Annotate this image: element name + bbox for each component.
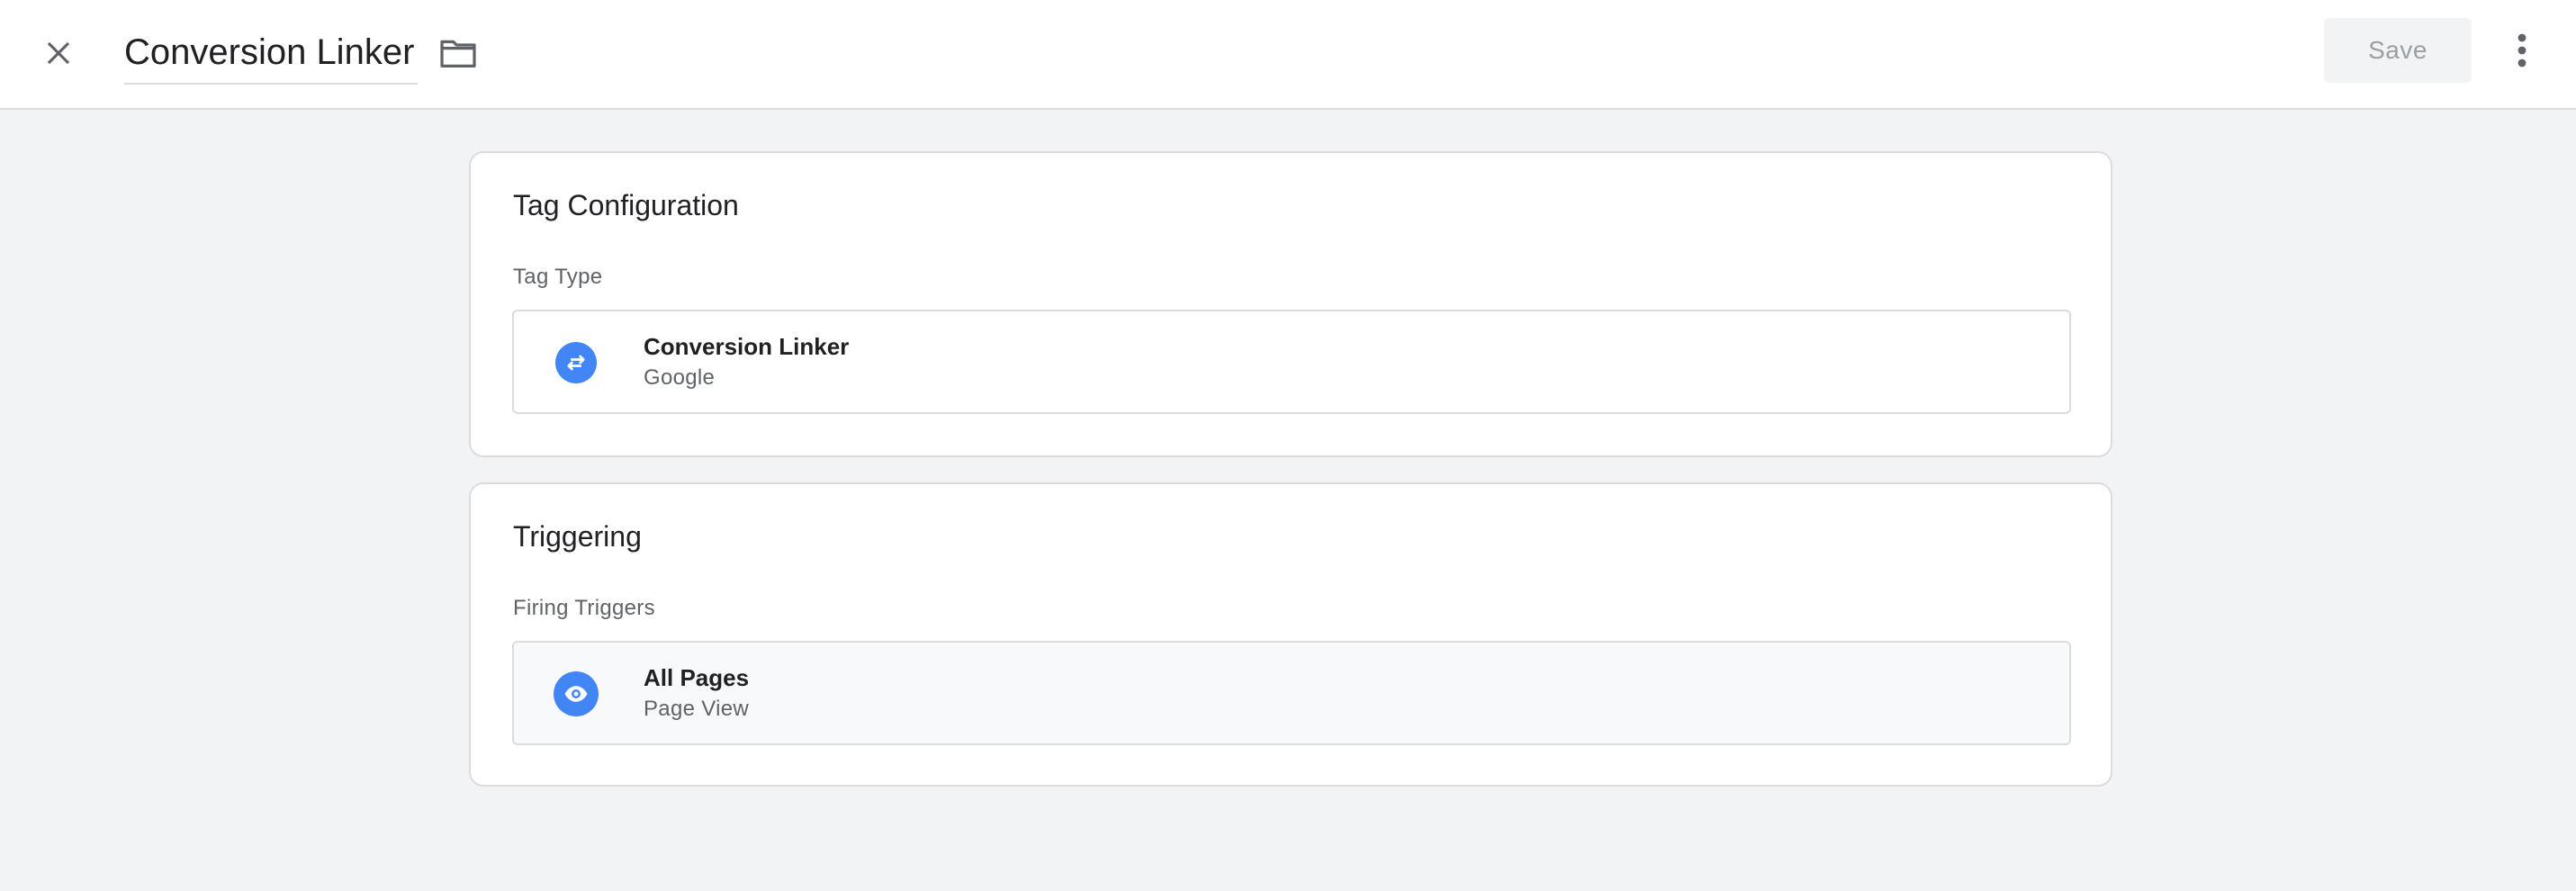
more-vert-icon xyxy=(2517,33,2526,68)
tag-configuration-card: Tag Configuration Tag Type Conversion Li… xyxy=(469,151,2112,457)
tag-type-item[interactable]: Conversion Linker Google xyxy=(512,310,2071,414)
firing-triggers-label: Firing Triggers xyxy=(513,596,655,620)
firing-trigger-item[interactable]: All Pages Page View xyxy=(512,641,2071,745)
trigger-type: Page View xyxy=(644,697,750,721)
close-button[interactable] xyxy=(32,27,85,79)
tag-type-name: Conversion Linker xyxy=(644,333,850,360)
tag-type-vendor: Google xyxy=(644,365,716,390)
trigger-name: All Pages xyxy=(644,664,750,691)
save-button[interactable]: Save xyxy=(2324,18,2472,83)
card-title: Tag Configuration xyxy=(513,189,739,221)
more-options-button[interactable] xyxy=(2499,23,2545,77)
swap-arrows-icon xyxy=(555,342,597,383)
close-icon xyxy=(47,41,70,65)
eye-icon xyxy=(554,671,599,716)
folder-icon xyxy=(440,40,476,68)
tag-name-field[interactable]: Conversion Linker xyxy=(124,25,419,85)
tag-type-label: Tag Type xyxy=(513,265,603,289)
page-title: Conversion Linker xyxy=(124,32,415,72)
card-title: Triggering xyxy=(513,520,642,553)
top-bar: Conversion Linker Save xyxy=(0,0,2576,110)
folder-button[interactable] xyxy=(430,27,486,79)
triggering-card: Triggering Firing Triggers All Pages Pag… xyxy=(469,482,2112,787)
